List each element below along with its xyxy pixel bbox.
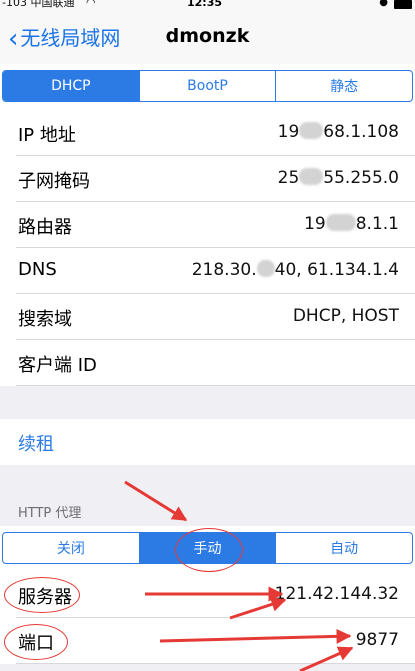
- arrow-to-server-value-2: [229, 597, 287, 620]
- arrow-to-port-value-2: [299, 646, 354, 671]
- arrow-to-port-value: [159, 628, 352, 644]
- arrow-to-manual-tab: [124, 480, 188, 522]
- annotation-arrows: [124, 480, 354, 671]
